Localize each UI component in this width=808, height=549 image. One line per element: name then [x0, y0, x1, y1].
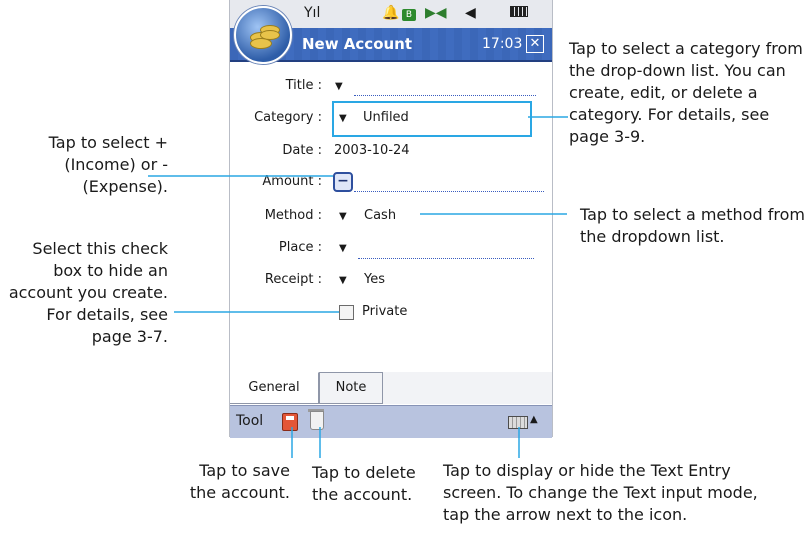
place-label: Place : [278, 240, 322, 255]
tool-menu[interactable]: Tool [236, 413, 263, 429]
date-label: Date : [282, 143, 322, 158]
battery-icon [510, 4, 528, 22]
receipt-value[interactable]: Yes [364, 272, 385, 287]
category-label: Category : [254, 110, 322, 125]
money-app-logo-icon [234, 6, 292, 64]
command-bar: Tool ▲ [230, 405, 552, 438]
category-highlight [332, 101, 532, 137]
tab-note[interactable]: Note [319, 372, 383, 404]
save-icon[interactable] [282, 413, 298, 431]
category-callout: Tap to select a category from the drop-d… [569, 39, 803, 146]
method-dropdown-arrow-icon[interactable]: ▼ [339, 211, 347, 222]
input-mode-arrow-icon[interactable]: ▲ [530, 414, 538, 425]
private-callout: Select this check box to hide an account… [8, 239, 168, 346]
wireless-icon: ▶◀ [425, 5, 447, 21]
page-title: New Account [302, 35, 413, 53]
title-label: Title : [285, 78, 322, 93]
keyboard-icon[interactable] [508, 416, 528, 429]
signal-icon: Yıl [304, 5, 321, 21]
delete-callout: Tap to delete the account. [312, 463, 416, 504]
place-input[interactable] [358, 258, 534, 259]
private-label: Private [362, 304, 408, 319]
amount-label: Amount : [262, 174, 322, 189]
sync-icon: B [402, 4, 416, 22]
receipt-label: Receipt : [264, 272, 322, 287]
device-screen: Yıl 🔔 B ▶◀ ◀ New Account 17:03 ✕ Title :… [229, 0, 553, 438]
place-dropdown-arrow-icon[interactable]: ▼ [339, 243, 347, 254]
amount-input[interactable] [354, 191, 544, 192]
tab-bar: General Note [230, 372, 552, 404]
date-value[interactable]: 2003-10-24 [334, 143, 410, 158]
alarm-icon: 🔔 [382, 5, 400, 21]
volume-icon[interactable]: ◀ [465, 4, 476, 22]
method-label: Method : [264, 208, 322, 223]
amount-sign-button[interactable]: − [333, 172, 353, 192]
tab-general[interactable]: General [230, 372, 319, 404]
private-checkbox[interactable] [339, 305, 354, 320]
delete-icon[interactable] [310, 411, 324, 430]
method-value[interactable]: Cash [364, 208, 396, 223]
title-dropdown-arrow-icon[interactable]: ▼ [335, 81, 343, 92]
receipt-dropdown-arrow-icon[interactable]: ▼ [339, 275, 347, 286]
amount-callout: Tap to select +(Income) or -(Expense). [48, 133, 168, 196]
title-input[interactable] [354, 95, 536, 96]
close-icon[interactable]: ✕ [526, 35, 544, 53]
clock: 17:03 [482, 36, 523, 52]
method-callout: Tap to select a method from the dropdown… [580, 205, 805, 246]
save-callout: Tap to save the account. [189, 461, 290, 502]
keyboard-callout: Tap to display or hide the Text Entry sc… [443, 461, 758, 524]
